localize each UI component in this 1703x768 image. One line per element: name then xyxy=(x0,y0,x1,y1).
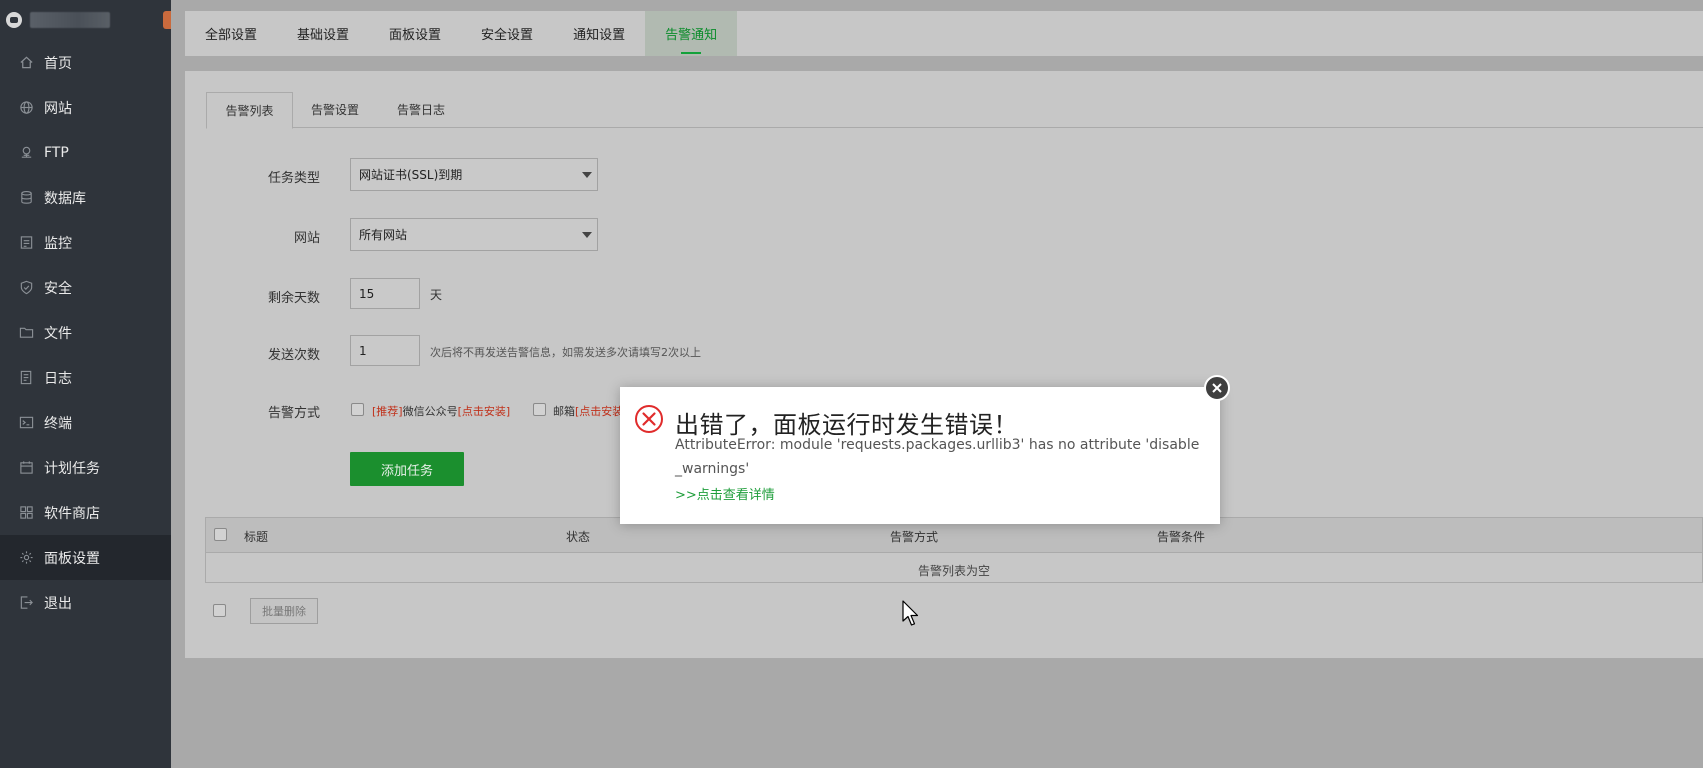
sidebar-item-cron[interactable]: 计划任务 xyxy=(0,445,171,490)
col-status: 状态 xyxy=(566,530,591,544)
sidebar-item-label: 计划任务 xyxy=(44,460,100,477)
calendar-icon xyxy=(18,460,34,476)
sidebar-item-label: 退出 xyxy=(44,595,72,612)
sidebar-item-label: 面板设置 xyxy=(44,550,100,567)
task-type-label: 任务类型 xyxy=(267,171,320,186)
sidebar-item-store[interactable]: 软件商店 xyxy=(0,490,171,535)
error-modal: 出错了，面板运行时发生错误！ AttributeError: module 'r… xyxy=(620,375,1230,524)
sidebar-item-ftp[interactable]: FTP xyxy=(0,130,171,175)
sidebar-item-label: 软件商店 xyxy=(44,505,100,522)
sidebar-item-panel-settings[interactable]: 面板设置 xyxy=(0,535,171,580)
sidebar-item-logout[interactable]: 退出 xyxy=(0,580,171,625)
sidebar-item-label: 终端 xyxy=(44,415,72,432)
subtab-alert-logs[interactable]: 告警日志 xyxy=(378,92,464,127)
subtab-alert-settings[interactable]: 告警设置 xyxy=(292,92,378,127)
main-content: 全部设置 基础设置 面板设置 安全设置 通知设置 告警通知 告警列表 告警设置 … xyxy=(171,0,1703,768)
view-details-link[interactable]: >>点击查看详情 xyxy=(675,484,775,503)
alert-subtabs: 告警列表 告警设置 告警日志 xyxy=(206,92,1703,129)
sidebar-item-label: 安全 xyxy=(44,280,72,297)
sidebar-item-logs[interactable]: 日志 xyxy=(0,355,171,400)
mouse-cursor-icon xyxy=(902,600,919,626)
site-value: 所有网站 xyxy=(359,228,408,242)
col-condition: 告警条件 xyxy=(1157,530,1206,544)
site-label: 网站 xyxy=(293,231,320,246)
tab-basic-settings[interactable]: 基础设置 xyxy=(277,11,369,56)
tab-security-settings[interactable]: 安全设置 xyxy=(461,11,553,56)
wechat-label: 微信公众号 xyxy=(402,405,458,418)
brand xyxy=(0,0,183,40)
sidebar-item-label: 数据库 xyxy=(44,190,86,207)
close-icon[interactable] xyxy=(1204,375,1230,401)
tab-all-settings[interactable]: 全部设置 xyxy=(185,11,277,56)
database-icon xyxy=(18,190,34,206)
email-option: 邮箱[点击安装] xyxy=(553,403,628,419)
email-checkbox[interactable] xyxy=(533,403,546,416)
brand-name-blurred xyxy=(30,12,110,28)
sidebar-item-label: 日志 xyxy=(44,370,72,387)
days-label: 剩余天数 xyxy=(267,291,320,306)
sidebar-item-terminal[interactable]: 终端 xyxy=(0,400,171,445)
globe-icon xyxy=(18,100,34,116)
days-input[interactable]: 15 xyxy=(350,278,420,309)
tab-alert-notification[interactable]: 告警通知 xyxy=(645,11,738,56)
modal-message: AttributeError: module 'requests.package… xyxy=(675,437,1200,477)
settings-tabbar: 全部设置 基础设置 面板设置 安全设置 通知设置 告警通知 xyxy=(185,11,1703,56)
tab-panel-settings[interactable]: 面板设置 xyxy=(369,11,461,56)
alert-table: 标题 状态 告警方式 告警条件 告警列表为空 xyxy=(205,517,1703,583)
tab-notification-settings[interactable]: 通知设置 xyxy=(553,11,645,56)
home-icon xyxy=(18,55,34,71)
subtab-alert-list[interactable]: 告警列表 xyxy=(206,92,293,129)
batch-select-checkbox[interactable] xyxy=(213,604,226,617)
alert-panel: 告警列表 告警设置 告警日志 任务类型 网站证书(SSL)到期 网站 所有网站 … xyxy=(185,71,1703,658)
shield-icon xyxy=(18,280,34,296)
log-icon xyxy=(18,370,34,386)
send-count-hint: 次后将不再发送告警信息，如需发送多次请填写2次以上 xyxy=(430,346,701,359)
ftp-icon xyxy=(18,145,34,161)
col-title: 标题 xyxy=(244,530,269,544)
folder-icon xyxy=(18,325,34,341)
chevron-down-icon xyxy=(582,232,592,238)
sidebar-item-label: 网站 xyxy=(44,100,72,117)
sidebar-item-database[interactable]: 数据库 xyxy=(0,175,171,220)
wechat-checkbox[interactable] xyxy=(351,403,364,416)
method-label: 告警方式 xyxy=(267,406,320,421)
send-count-input[interactable]: 1 xyxy=(350,335,420,366)
select-all-checkbox[interactable] xyxy=(214,528,227,541)
gear-icon xyxy=(18,550,34,566)
sidebar-item-label: FTP xyxy=(44,144,69,161)
logout-icon xyxy=(18,595,34,611)
site-select[interactable]: 所有网站 xyxy=(350,218,598,251)
sidebar-item-home[interactable]: 首页 xyxy=(0,40,171,85)
sidebar-item-label: 首页 xyxy=(44,55,72,72)
send-count-label: 发送次数 xyxy=(267,348,320,363)
days-unit: 天 xyxy=(430,288,443,302)
sidebar-item-website[interactable]: 网站 xyxy=(0,85,171,130)
sidebar-item-security[interactable]: 安全 xyxy=(0,265,171,310)
sidebar-item-label: 监控 xyxy=(44,235,72,252)
error-icon xyxy=(635,405,663,433)
task-type-select[interactable]: 网站证书(SSL)到期 xyxy=(350,158,598,191)
sidebar: 首页 网站 FTP 数据库 监控 安全 文件 日志 终端 计划任务 软件商店 面… xyxy=(0,0,183,768)
add-task-button[interactable]: 添加任务 xyxy=(350,452,464,486)
recommend-tag: [推荐] xyxy=(372,405,403,418)
monitor-icon xyxy=(18,235,34,251)
sidebar-item-label: 文件 xyxy=(44,325,72,342)
apps-icon xyxy=(18,505,34,521)
task-type-value: 网站证书(SSL)到期 xyxy=(359,168,463,182)
wechat-option: [推荐]微信公众号[点击安装] xyxy=(372,403,510,419)
col-method: 告警方式 xyxy=(890,530,939,544)
chevron-down-icon xyxy=(582,172,592,178)
sidebar-item-files[interactable]: 文件 xyxy=(0,310,171,355)
table-empty-text: 告警列表为空 xyxy=(917,564,990,578)
sidebar-item-monitor[interactable]: 监控 xyxy=(0,220,171,265)
batch-delete-button[interactable]: 批量删除 xyxy=(250,598,318,624)
sidebar-nav: 首页 网站 FTP 数据库 监控 安全 文件 日志 终端 计划任务 软件商店 面… xyxy=(0,40,171,625)
wechat-install-link[interactable]: [点击安装] xyxy=(458,405,511,418)
email-label: 邮箱 xyxy=(553,405,575,418)
logo-icon xyxy=(6,12,22,28)
terminal-icon xyxy=(18,415,34,431)
